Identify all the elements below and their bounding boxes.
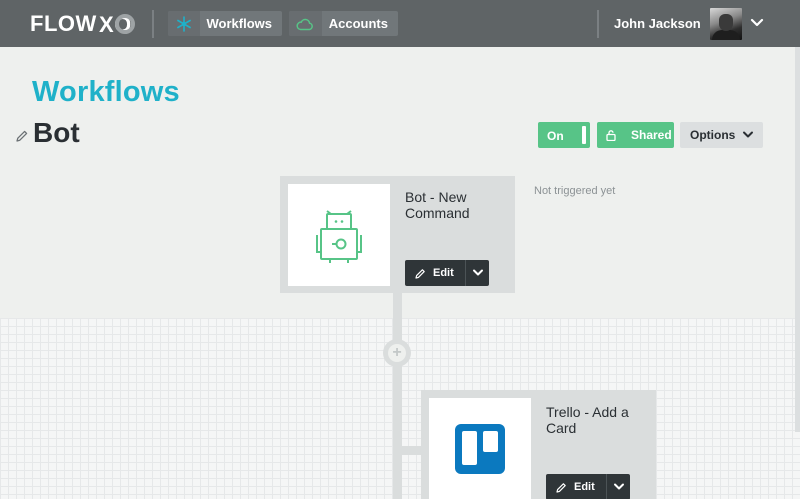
shared-label: Shared bbox=[631, 128, 672, 142]
nav-accounts-button[interactable]: Accounts bbox=[289, 11, 398, 36]
lock-icon bbox=[606, 130, 616, 141]
avatar[interactable] bbox=[710, 8, 742, 40]
chevron-down-icon bbox=[743, 131, 753, 138]
workflow-name[interactable]: Bot bbox=[33, 117, 80, 149]
workflow-on-toggle[interactable]: On bbox=[538, 122, 590, 148]
chevron-down-icon bbox=[613, 483, 624, 490]
robot-icon bbox=[316, 210, 362, 263]
trigger-status: Not triggered yet bbox=[534, 185, 616, 197]
pencil-icon[interactable] bbox=[15, 129, 29, 143]
top-navbar: FLOW XO Workflows Accounts John Jackson bbox=[0, 0, 800, 47]
step-card-trello: Trello - Add a Card Edit bbox=[421, 390, 656, 499]
navbar-divider bbox=[152, 10, 154, 38]
step-card-bot: Bot - New Command Edit bbox=[280, 176, 515, 293]
edit-step-button[interactable]: Edit bbox=[405, 260, 465, 286]
nav-workflows-button[interactable]: Workflows bbox=[168, 11, 282, 36]
edit-step-button[interactable]: Edit bbox=[546, 474, 606, 499]
step-connector-line bbox=[393, 292, 402, 499]
logo-text-flow: FLOW bbox=[30, 11, 97, 36]
nav-accounts-label: Accounts bbox=[328, 16, 388, 31]
step-connector-branch bbox=[393, 446, 423, 455]
options-label: Options bbox=[690, 128, 736, 142]
navbar-divider-right bbox=[597, 10, 599, 38]
options-dropdown[interactable]: Options bbox=[680, 122, 763, 148]
pencil-icon bbox=[415, 268, 425, 279]
step-title: Trello - Add a Card bbox=[546, 404, 629, 436]
step-options-dropdown[interactable] bbox=[465, 260, 489, 286]
snowflake-icon bbox=[168, 11, 200, 36]
step-title: Bot - New Command bbox=[405, 189, 470, 221]
step-icon-box bbox=[429, 398, 531, 499]
cloud-icon bbox=[289, 11, 322, 36]
step-icon-box bbox=[288, 184, 390, 286]
add-step-button[interactable]: + bbox=[383, 339, 411, 367]
pencil-icon bbox=[556, 482, 566, 493]
toggle-label: On bbox=[547, 129, 564, 143]
shared-button[interactable]: Shared bbox=[597, 122, 674, 148]
page-scrollbar[interactable] bbox=[795, 47, 800, 432]
chevron-down-icon[interactable] bbox=[750, 16, 764, 30]
user-name[interactable]: John Jackson bbox=[614, 16, 701, 31]
logo-xo-mark: XO bbox=[99, 13, 135, 35]
toggle-knob bbox=[582, 126, 586, 144]
edit-label: Edit bbox=[574, 481, 595, 493]
nav-workflows-label: Workflows bbox=[206, 16, 273, 31]
step-options-dropdown[interactable] bbox=[606, 474, 630, 499]
edit-label: Edit bbox=[433, 267, 454, 279]
page-title: Workflows bbox=[32, 76, 180, 108]
trello-icon bbox=[455, 424, 505, 474]
flowxo-logo[interactable]: FLOW XO bbox=[30, 11, 135, 37]
chevron-down-icon bbox=[472, 269, 483, 276]
plus-icon: + bbox=[388, 344, 406, 362]
